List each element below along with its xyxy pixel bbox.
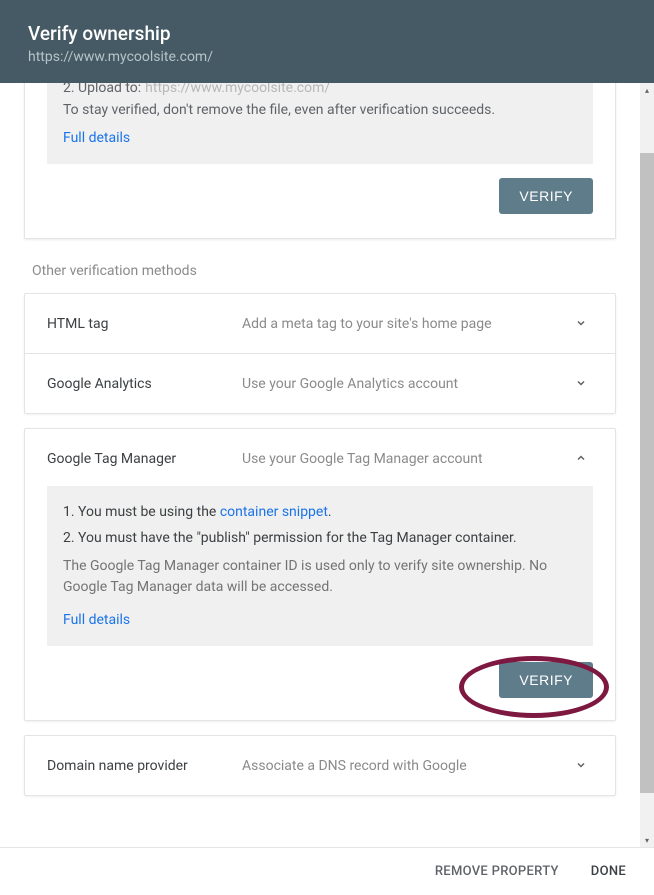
method-google-tag-manager: Google Tag Manager Use your Google Tag M… — [24, 428, 616, 721]
chevron-up-icon — [569, 449, 593, 468]
method-desc: Add a meta tag to your site's home page — [242, 316, 569, 332]
scrollbar-thumb[interactable] — [640, 153, 654, 793]
file-verify-button[interactable]: VERIFY — [499, 178, 593, 214]
dialog-title: Verify ownership — [28, 22, 626, 45]
method-title: HTML tag — [47, 316, 242, 332]
method-desc: Use your Google Analytics account — [242, 376, 569, 392]
chevron-down-icon — [569, 374, 593, 393]
done-button[interactable]: DONE — [591, 864, 626, 879]
gtm-full-details-link[interactable]: Full details — [63, 612, 130, 628]
stay-verified-note: To stay verified, don't remove the file,… — [63, 102, 577, 118]
scroll-down-arrow[interactable]: ▾ — [640, 833, 654, 847]
method-title: Domain name provider — [47, 758, 242, 774]
method-domain-name-provider[interactable]: Domain name provider Associate a DNS rec… — [25, 736, 615, 795]
method-desc: Use your Google Tag Manager account — [242, 451, 569, 467]
upload-url: https://www.mycoolsite.com/ — [145, 83, 330, 96]
gtm-verify-button[interactable]: VERIFY — [499, 662, 593, 698]
verify-ownership-dialog: Verify ownership https://www.mycoolsite.… — [0, 0, 654, 895]
dialog-footer: REMOVE PROPERTY DONE — [0, 847, 654, 895]
gtm-step-1: 1. You must be using the container snipp… — [63, 504, 577, 520]
scrollbar[interactable]: ▴ ▾ — [640, 83, 654, 847]
method-desc: Associate a DNS record with Google — [242, 758, 569, 774]
gtm-header-row[interactable]: Google Tag Manager Use your Google Tag M… — [25, 429, 615, 482]
dialog-header: Verify ownership https://www.mycoolsite.… — [0, 0, 654, 83]
container-snippet-link[interactable]: container snippet — [220, 504, 328, 520]
gtm-panel: 1. You must be using the container snipp… — [47, 486, 593, 646]
gtm-content: 1. You must be using the container snipp… — [25, 486, 615, 720]
method-domain-name-provider-group: Domain name provider Associate a DNS rec… — [24, 735, 616, 796]
dialog-url: https://www.mycoolsite.com/ — [28, 49, 626, 65]
method-google-analytics[interactable]: Google Analytics Use your Google Analyti… — [25, 354, 615, 413]
gtm-note: The Google Tag Manager container ID is u… — [63, 556, 577, 598]
file-upload-panel: 2. Upload to: https://www.mycoolsite.com… — [47, 83, 593, 164]
dialog-body: 2. Upload to: https://www.mycoolsite.com… — [0, 83, 654, 847]
file-full-details-link[interactable]: Full details — [63, 130, 130, 146]
scroll-content[interactable]: 2. Upload to: https://www.mycoolsite.com… — [0, 83, 640, 847]
remove-property-button[interactable]: REMOVE PROPERTY — [435, 864, 559, 879]
method-title: Google Tag Manager — [47, 451, 242, 467]
methods-collapsed-group: HTML tag Add a meta tag to your site's h… — [24, 293, 616, 414]
chevron-down-icon — [569, 756, 593, 775]
method-title: Google Analytics — [47, 376, 242, 392]
scroll-up-arrow[interactable]: ▴ — [640, 83, 654, 97]
chevron-down-icon — [569, 314, 593, 333]
method-html-tag[interactable]: HTML tag Add a meta tag to your site's h… — [25, 294, 615, 354]
file-upload-card: 2. Upload to: https://www.mycoolsite.com… — [24, 83, 616, 239]
gtm-step-2: 2. You must have the "publish" permissio… — [63, 530, 577, 546]
other-methods-label: Other verification methods — [24, 263, 616, 279]
upload-step-2: 2. Upload to: https://www.mycoolsite.com… — [63, 83, 577, 96]
